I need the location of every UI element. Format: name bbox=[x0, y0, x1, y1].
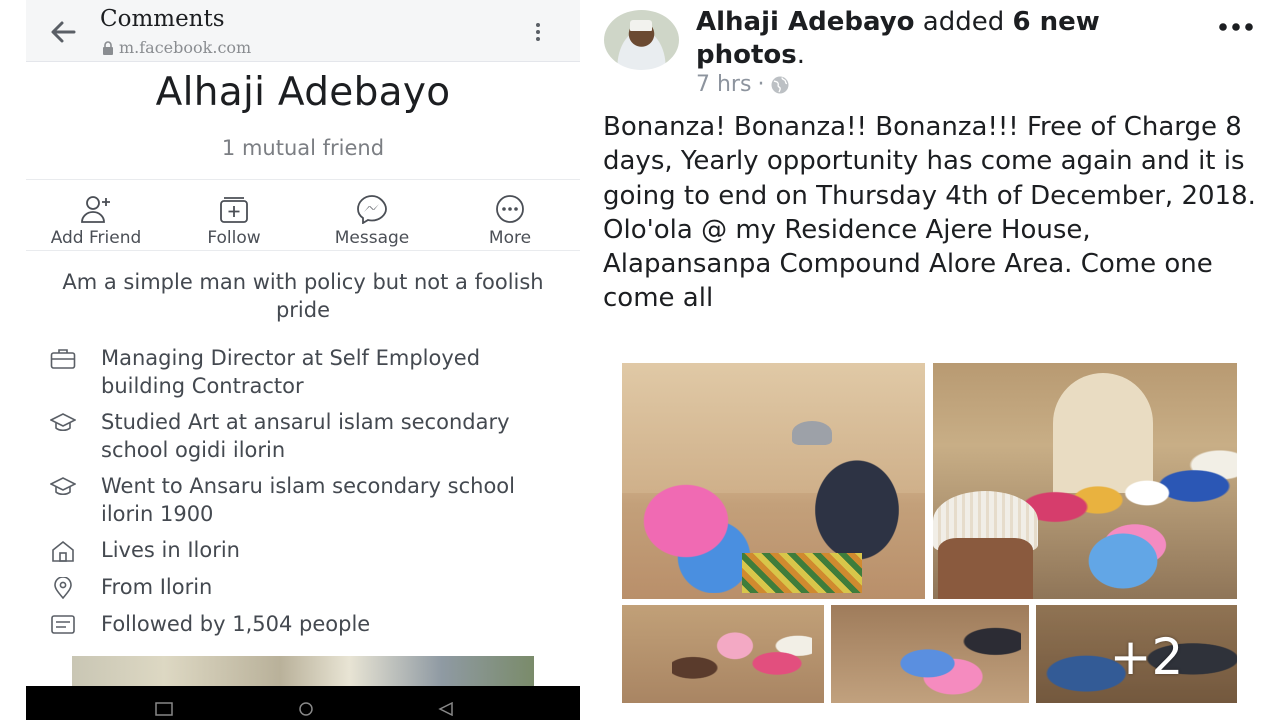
profile-photos-preview[interactable] bbox=[72, 656, 534, 690]
messenger-icon bbox=[357, 195, 387, 224]
nav-back-icon[interactable] bbox=[436, 702, 456, 716]
follow-label: Follow bbox=[207, 228, 261, 248]
post-options-icon[interactable] bbox=[1218, 22, 1254, 32]
add-friend-icon bbox=[81, 196, 110, 223]
intro-education-1-text: Studied Art at ansarul islam secondary s… bbox=[101, 410, 510, 462]
post-photo-5-more[interactable]: +2 bbox=[1036, 605, 1237, 703]
intro-lives-in-text: Lives in Ilorin bbox=[101, 538, 240, 562]
more-icon bbox=[496, 195, 524, 223]
follow-icon bbox=[220, 197, 248, 223]
post-time[interactable]: 7 hrs bbox=[696, 72, 751, 97]
graduation-cap-icon bbox=[50, 413, 76, 432]
intro-education-2-text: Went to Ansaru islam secondary school il… bbox=[101, 474, 515, 526]
post-body: Bonanza! Bonanza!! Bonanza!!! Free of Ch… bbox=[603, 112, 1256, 314]
intro-followers-text: Followed by 1,504 people bbox=[101, 612, 371, 636]
post-header: Alhaji Adebayo added 6 new photos. bbox=[696, 6, 1216, 72]
url-text: m.facebook.com bbox=[119, 38, 252, 57]
page-title: Comments bbox=[100, 6, 225, 32]
android-nav-bar bbox=[26, 686, 580, 720]
home-icon bbox=[52, 540, 74, 562]
profile-actions: Add Friend Follow Message More bbox=[26, 179, 580, 251]
followers-icon bbox=[51, 615, 75, 634]
post-photo-3[interactable] bbox=[622, 605, 824, 703]
post-action-text: added bbox=[914, 7, 1013, 37]
url-bar[interactable]: m.facebook.com bbox=[102, 38, 251, 57]
recent-apps-icon[interactable] bbox=[154, 702, 174, 716]
lock-icon bbox=[103, 40, 113, 55]
profile-panel: Comments m.facebook.com Alhaji Adebayo 1… bbox=[26, 0, 580, 720]
message-label: Message bbox=[334, 228, 410, 248]
post-meta: 7 hrs · bbox=[696, 72, 790, 97]
message-button[interactable]: Message bbox=[312, 194, 432, 248]
author-avatar[interactable] bbox=[604, 10, 679, 70]
more-photos-count[interactable]: +2 bbox=[1036, 605, 1237, 703]
post-panel: Alhaji Adebayo added 6 new photos. 7 hrs… bbox=[588, 0, 1280, 720]
location-pin-icon bbox=[54, 577, 72, 599]
add-friend-label: Add Friend bbox=[50, 228, 142, 248]
briefcase-icon bbox=[50, 349, 76, 369]
globe-icon bbox=[771, 76, 789, 93]
author-name[interactable]: Alhaji Adebayo bbox=[696, 7, 915, 37]
more-label: More bbox=[488, 228, 532, 248]
post-photo-4[interactable] bbox=[831, 605, 1029, 703]
add-friend-button[interactable]: Add Friend bbox=[36, 194, 156, 248]
intro-work-text: Managing Director at Self Employed build… bbox=[101, 346, 481, 398]
follow-button[interactable]: Follow bbox=[174, 194, 294, 248]
post-header-period: . bbox=[796, 40, 806, 70]
profile-name: Alhaji Adebayo bbox=[155, 70, 451, 115]
kebab-menu-icon[interactable] bbox=[526, 20, 550, 44]
post-photo-1[interactable] bbox=[622, 363, 925, 599]
browser-header: Comments m.facebook.com bbox=[26, 0, 580, 62]
back-arrow-icon[interactable] bbox=[48, 18, 78, 46]
more-button[interactable]: More bbox=[450, 194, 570, 248]
post-photo-2[interactable] bbox=[933, 363, 1237, 599]
intro-from-text: From Ilorin bbox=[101, 575, 213, 599]
meta-separator: · bbox=[757, 72, 765, 97]
profile-bio: Am a simple man with policy but not a fo… bbox=[62, 270, 544, 322]
graduation-cap-icon bbox=[50, 477, 76, 496]
home-button-icon[interactable] bbox=[296, 702, 316, 716]
mutual-friends-link[interactable]: 1 mutual friend bbox=[26, 136, 580, 160]
